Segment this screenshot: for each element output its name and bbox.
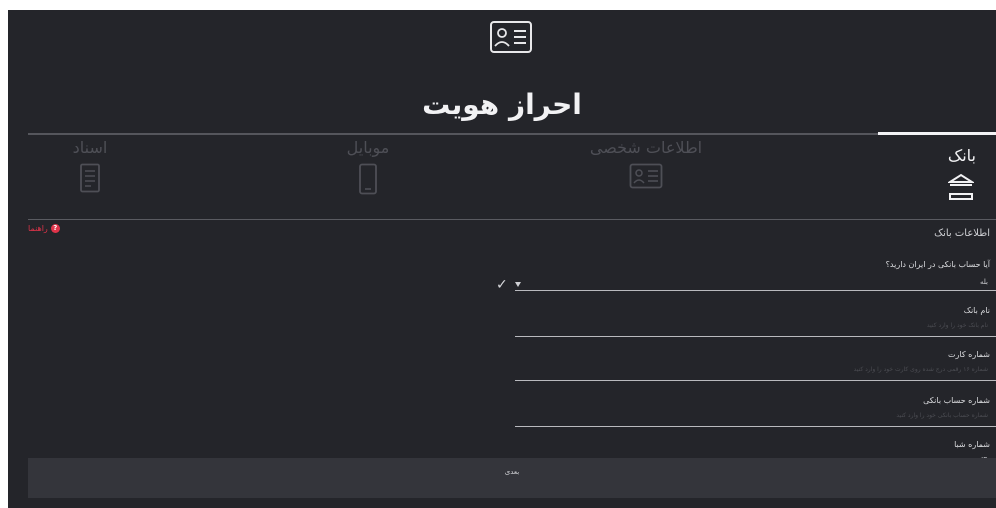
field-label: شماره کارت bbox=[947, 350, 990, 359]
field-underline bbox=[515, 426, 996, 427]
field-label: شماره حساب بانکی bbox=[923, 396, 990, 405]
id-card-icon bbox=[490, 21, 532, 53]
field-underline bbox=[515, 336, 996, 337]
field-placeholder: نام بانک خود را وارد کنید bbox=[926, 322, 988, 329]
section-divider bbox=[28, 219, 996, 220]
next-button-label: بعدی bbox=[504, 468, 520, 476]
field-underline bbox=[515, 290, 996, 291]
account-number-field[interactable]: شماره حساب بانکی شماره حساب بانکی خود را… bbox=[515, 396, 996, 430]
has-account-select[interactable]: آیا حساب بانکی در ایران دارید؟ بله bbox=[515, 260, 996, 294]
tab-label: اطلاعات شخصی bbox=[589, 138, 703, 157]
tabs-divider bbox=[28, 133, 996, 135]
identity-verification-panel: احراز هویت بانک اطلاعات شخصی موبایل اسنا… bbox=[8, 10, 996, 508]
chevron-down-icon bbox=[515, 282, 521, 287]
selected-value: بله bbox=[979, 278, 988, 286]
tab-label: موبایل bbox=[346, 138, 390, 157]
field-label: آیا حساب بانکی در ایران دارید؟ bbox=[885, 260, 990, 269]
field-underline bbox=[515, 380, 996, 381]
bank-name-field[interactable]: نام بانک نام بانک خود را وارد کنید bbox=[515, 306, 996, 340]
document-icon bbox=[80, 163, 100, 193]
tab-personal-info[interactable]: اطلاعات شخصی bbox=[536, 138, 756, 208]
id-card-icon bbox=[629, 163, 663, 189]
section-title: اطلاعات بانک bbox=[934, 228, 990, 239]
tab-documents[interactable]: اسناد bbox=[8, 138, 200, 208]
field-label: شماره شبا bbox=[954, 440, 990, 449]
card-number-field[interactable]: شماره کارت شماره ۱۶ رقمی درج شده روی کار… bbox=[515, 350, 996, 384]
page-title: احراز هویت bbox=[422, 88, 582, 121]
mobile-icon bbox=[359, 163, 377, 195]
bank-icon bbox=[948, 173, 974, 200]
tab-mobile[interactable]: موبایل bbox=[258, 138, 478, 208]
help-link[interactable]: ? راهنما bbox=[28, 224, 60, 233]
field-label: نام بانک bbox=[963, 306, 990, 315]
tab-bank[interactable]: بانک bbox=[776, 138, 996, 208]
active-tab-indicator bbox=[878, 132, 996, 135]
tab-label: بانک bbox=[947, 146, 976, 165]
help-icon: ? bbox=[50, 224, 60, 233]
field-placeholder: شماره ۱۶ رقمی درج شده روی کارت خود را وا… bbox=[853, 366, 988, 373]
tab-label: اسناد bbox=[72, 138, 108, 157]
field-placeholder: شماره حساب بانکی خود را وارد کنید bbox=[896, 412, 988, 419]
check-icon: ✓ bbox=[496, 277, 508, 293]
help-label: راهنما bbox=[28, 224, 48, 233]
next-button[interactable]: بعدی bbox=[28, 458, 996, 498]
